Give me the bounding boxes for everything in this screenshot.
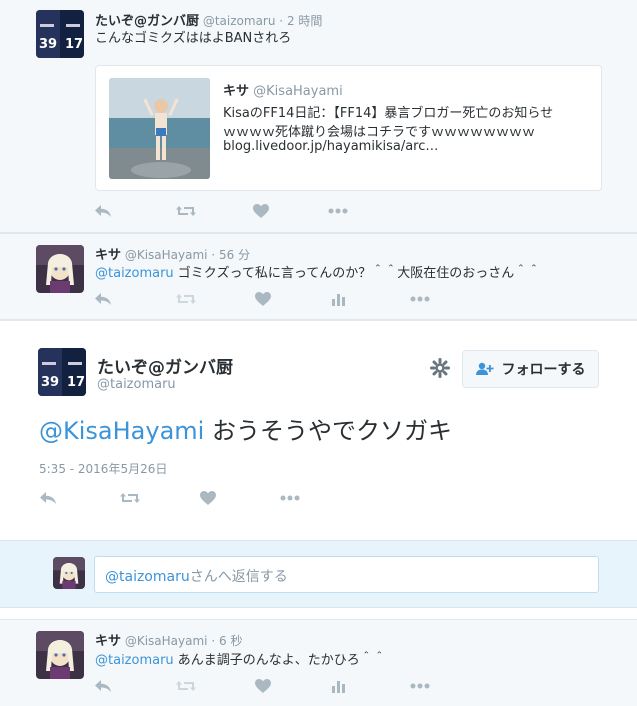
- retweet-icon[interactable]: [175, 291, 197, 307]
- card-author-handle: @KisaHayami: [253, 84, 343, 99]
- follow-button-label: フォローする: [501, 362, 586, 378]
- tweet-time[interactable]: 2 時間: [287, 14, 322, 28]
- separator-dot: ·: [211, 248, 216, 262]
- reply-mention: @taizomaru: [105, 569, 190, 585]
- retweet-icon[interactable]: [175, 203, 197, 219]
- avatar-current-user: [53, 557, 85, 589]
- like-icon[interactable]: [252, 203, 270, 219]
- like-icon[interactable]: [199, 490, 217, 506]
- mention-link[interactable]: @KisaHayami: [39, 417, 204, 445]
- more-icon[interactable]: [409, 678, 431, 694]
- tweet-text: @taizomaru あんま調子のんなよ、たかひろ＾＾: [95, 649, 386, 668]
- follow-button[interactable]: フォローする: [462, 350, 599, 388]
- separator-dot: ·: [211, 634, 216, 648]
- tweet-kisa-2[interactable]: キサ @KisaHayami · 6 秒 @taizomaru あんま調子のんな…: [0, 619, 637, 706]
- analytics-icon[interactable]: [330, 291, 346, 307]
- gear-icon[interactable]: [430, 358, 450, 378]
- more-icon[interactable]: [409, 291, 431, 307]
- author-handle[interactable]: @taizomaru: [203, 14, 276, 28]
- mention-link[interactable]: @taizomaru: [95, 653, 174, 668]
- reply-icon[interactable]: [93, 678, 113, 694]
- mention-link[interactable]: @taizomaru: [95, 266, 174, 281]
- tweet-time[interactable]: 56 分: [219, 248, 250, 262]
- like-icon[interactable]: [254, 291, 272, 307]
- reply-icon[interactable]: [38, 490, 58, 506]
- tweet-time[interactable]: 6 秒: [219, 634, 242, 648]
- svg-text:17: 17: [67, 375, 85, 390]
- link-card[interactable]: キサ @KisaHayami KisaのFF14日記：【FF14】暴言ブロガー死…: [95, 65, 602, 191]
- tweet-timestamp[interactable]: 5:35 - 2016年5月26日: [39, 460, 167, 477]
- follow-user-icon: [475, 362, 494, 376]
- more-icon[interactable]: [327, 203, 349, 219]
- more-icon[interactable]: [279, 490, 301, 506]
- svg-text:17: 17: [65, 37, 83, 52]
- card-title-text: KisaのFF14日記：【FF14】暴言ブロガー死亡のお知らせ: [223, 106, 554, 121]
- separator-dot: ·: [279, 14, 284, 28]
- author-handle[interactable]: @taizomaru: [97, 377, 176, 392]
- tweet-kisa-1[interactable]: キサ @KisaHayami · 56 分 @taizomaru ゴミクズって私…: [0, 233, 637, 320]
- reply-input[interactable]: @taizomaruさんへ返信する: [94, 556, 599, 593]
- avatar-taizomaru[interactable]: 39 17: [38, 348, 86, 396]
- author-handle[interactable]: @KisaHayami: [125, 634, 208, 648]
- main-tweet-body: おうそうやでクソガキ: [204, 417, 452, 445]
- svg-text:39: 39: [39, 37, 57, 52]
- avatar-kisa[interactable]: [36, 631, 84, 679]
- author-name[interactable]: キサ: [95, 634, 121, 649]
- card-url: blog.livedoor.jp/hayamikisa/arc…: [223, 139, 439, 154]
- reply-composer: @taizomaruさんへ返信する: [0, 540, 637, 608]
- tweet-body: ゴミクズって私に言ってんのか？＾＾大阪在住のおっさん＾＾: [173, 266, 541, 281]
- author-handle[interactable]: @KisaHayami: [125, 248, 208, 262]
- reply-icon[interactable]: [93, 203, 113, 219]
- svg-text:39: 39: [41, 375, 59, 390]
- retweet-icon[interactable]: [119, 490, 141, 506]
- permalink-tweet: 39 17 たいぞ@ガンバ厨 @taizomaru フォローする @KisaHay…: [0, 320, 637, 539]
- tweet-text: こんなゴミクズははよBANされろ: [95, 31, 292, 46]
- author-name[interactable]: キサ: [95, 248, 121, 263]
- avatar-kisa[interactable]: [36, 245, 84, 293]
- tweet-body: あんま調子のんなよ、たかひろ＾＾: [173, 653, 386, 668]
- analytics-icon[interactable]: [330, 678, 346, 694]
- main-tweet-text: @KisaHayami おうそうやでクソガキ: [39, 411, 452, 446]
- avatar-taizomaru[interactable]: 39 17: [36, 10, 84, 58]
- retweet-icon[interactable]: [175, 678, 197, 694]
- card-thumbnail: [109, 78, 210, 179]
- like-icon[interactable]: [254, 678, 272, 694]
- reply-icon[interactable]: [93, 291, 113, 307]
- tweet-text: @taizomaru ゴミクズって私に言ってんのか？＾＾大阪在住のおっさん＾＾: [95, 262, 540, 281]
- card-description: ｗｗｗｗ死体蹴り会場はコチラですｗｗｗｗｗｗｗｗ: [223, 125, 536, 140]
- author-name[interactable]: たいぞ@ガンバ厨: [97, 353, 233, 378]
- reply-placeholder: さんへ返信する: [189, 569, 288, 585]
- tweet-taizomaru-1[interactable]: 39 17 たいぞ@ガンバ厨 @taizomaru · 2 時間 こんなゴミクズは…: [0, 0, 637, 233]
- card-author-name: キサ: [223, 84, 250, 99]
